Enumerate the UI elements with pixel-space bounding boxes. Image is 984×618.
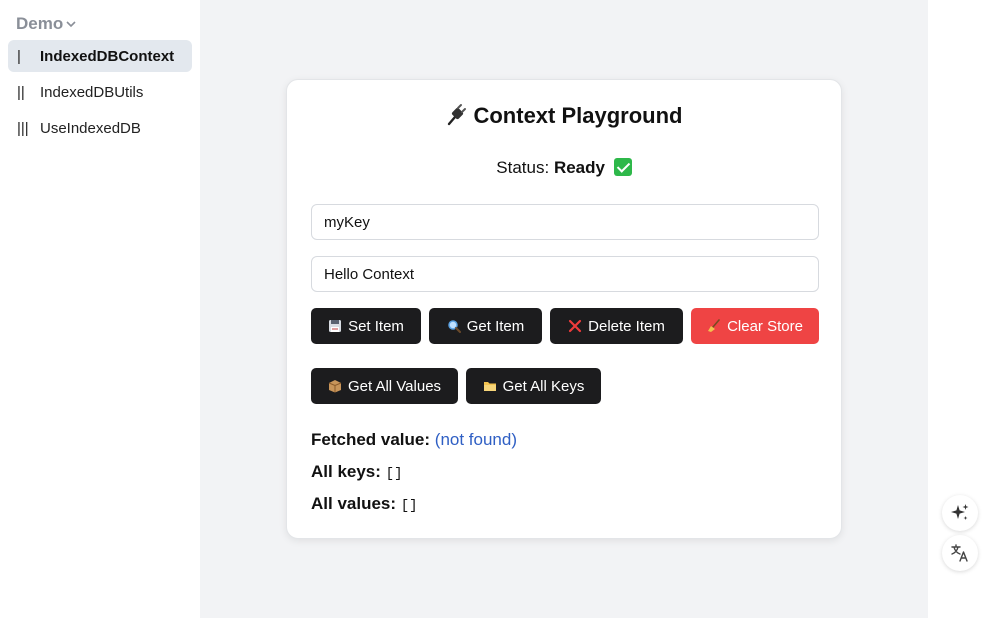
- sidebar-item-label: UseIndexedDB: [40, 119, 141, 137]
- sidebar: Demo | IndexedDBContext || IndexedDBUtil…: [0, 0, 200, 618]
- get-item-label: Get Item: [466, 317, 525, 335]
- clear-store-label: Clear Store: [727, 317, 803, 335]
- translate-button[interactable]: [942, 535, 978, 571]
- sidebar-item-indexeddbcontext[interactable]: | IndexedDBContext: [8, 40, 192, 72]
- clear-store-button[interactable]: Clear Store: [691, 308, 819, 344]
- sidebar-item-label: IndexedDBUtils: [40, 83, 144, 101]
- sidebar-group-toggle[interactable]: Demo: [16, 14, 77, 34]
- fetched-value-label: Fetched value:: [311, 430, 431, 449]
- all-values-label: All values:: [311, 494, 397, 513]
- package-icon: [328, 380, 342, 393]
- sparkle-icon: [951, 504, 969, 520]
- all-keys-value: []: [385, 466, 403, 482]
- status-line: Status: Ready: [287, 158, 841, 178]
- set-item-label: Set Item: [348, 317, 404, 335]
- broom-icon: [708, 319, 720, 332]
- set-item-button[interactable]: Set Item: [311, 308, 421, 344]
- folder-icon: [483, 382, 496, 391]
- translate-icon: [951, 544, 968, 562]
- value-input[interactable]: [311, 256, 819, 292]
- delete-item-button[interactable]: Delete Item: [550, 308, 683, 344]
- page-title: Context Playground: [287, 102, 841, 129]
- fetched-value-row: Fetched value: (not found): [311, 430, 517, 450]
- chevron-down-icon: [66, 21, 76, 28]
- page-title-text: Context Playground: [473, 103, 683, 128]
- status-label: Status:: [496, 158, 550, 177]
- sidebar-item-label: IndexedDBContext: [40, 47, 175, 65]
- get-all-values-label: Get All Values: [347, 377, 442, 395]
- sidebar-title: Demo: [16, 14, 64, 33]
- delete-item-label: Delete Item: [588, 317, 665, 335]
- ai-sparkle-button[interactable]: [942, 495, 978, 531]
- all-keys-row: All keys: []: [311, 462, 402, 482]
- playground-card: Context Playground Status: Ready Set Ite…: [286, 79, 842, 539]
- get-all-keys-button[interactable]: Get All Keys: [466, 368, 601, 404]
- sidebar-item-index: ||: [17, 83, 25, 101]
- close-icon: [569, 319, 582, 333]
- all-keys-label: All keys:: [311, 462, 381, 481]
- sidebar-item-index: |: [17, 47, 21, 65]
- key-input[interactable]: [311, 204, 819, 240]
- status-value: Ready: [553, 158, 605, 177]
- check-icon: [613, 158, 632, 176]
- sidebar-item-indexeddbutils[interactable]: || IndexedDBUtils: [8, 76, 192, 108]
- magnifier-icon: [447, 320, 461, 333]
- sidebar-item-useindexeddb[interactable]: ||| UseIndexedDB: [8, 112, 192, 144]
- get-all-keys-label: Get All Keys: [502, 377, 585, 395]
- plug-icon: [448, 104, 467, 126]
- floppy-disk-icon: [329, 320, 342, 332]
- all-values-value: []: [400, 498, 418, 514]
- fetched-value: (not found): [434, 430, 518, 449]
- get-all-values-button[interactable]: Get All Values: [311, 368, 458, 404]
- get-item-button[interactable]: Get Item: [429, 308, 542, 344]
- all-values-row: All values: []: [311, 494, 418, 514]
- sidebar-item-index: |||: [17, 119, 29, 137]
